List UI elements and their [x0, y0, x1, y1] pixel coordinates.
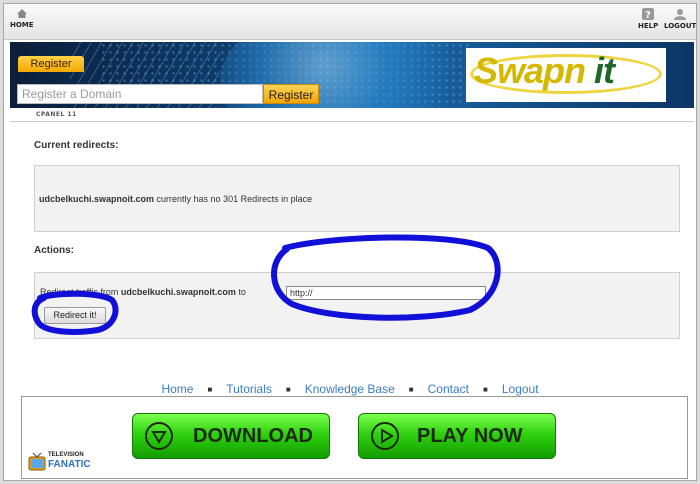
footer-link-home[interactable]: Home — [161, 382, 193, 396]
redirect-instruction: Redirect traffic from udcbelkuchi.swapno… — [40, 287, 246, 297]
cpanel-top-bar: HOME ? HELP LOGOUT — [4, 4, 696, 40]
footer-separator: ■ — [285, 385, 291, 395]
television-fanatic-logo: TELEVISION FANATIC — [26, 449, 106, 475]
cpanel-label: CPANEL 11 — [36, 111, 77, 118]
redirect-it-button[interactable]: Redirect it! — [44, 307, 106, 324]
footer-link-knowledge-base[interactable]: Knowledge Base — [305, 382, 395, 396]
ad-download-label: DOWNLOAD — [193, 425, 313, 447]
home-icon — [16, 9, 27, 18]
actions-panel — [34, 272, 680, 339]
advertisement-banner[interactable]: DOWNLOAD PLAY NOW TELEVISION FANATIC — [21, 396, 688, 479]
tv-brand-top: TELEVISION — [48, 452, 84, 458]
domain-search-input[interactable]: Register a Domain — [17, 84, 263, 104]
footer-nav: Home ■ Tutorials ■ Knowledge Base ■ Contact ■ Lo… — [4, 382, 696, 396]
register-button[interactable]: Register — [263, 84, 319, 104]
ad-play-label: PLAY NOW — [417, 425, 523, 447]
redirect-url-input[interactable]: http:// — [286, 286, 486, 300]
header-banner: Register Register a Domain Register Swap… — [10, 42, 694, 108]
cpanel-strip: CPANEL 11 — [10, 108, 694, 122]
logout-nav[interactable]: LOGOUT — [664, 8, 696, 30]
footer-link-tutorials[interactable]: Tutorials — [226, 382, 272, 396]
register-tab: Register — [18, 56, 84, 72]
browser-frame: HOME ? HELP LOGOUT Register Register a D… — [3, 3, 697, 481]
footer-link-logout[interactable]: Logout — [502, 382, 539, 396]
chevron-down-icon — [145, 422, 173, 450]
tv-brand-bottom: FANATIC — [48, 459, 91, 470]
ad-play-button[interactable]: PLAY NOW — [358, 413, 556, 459]
help-icon: ? — [642, 8, 655, 20]
home-label: HOME — [10, 21, 34, 29]
ad-download-button[interactable]: DOWNLOAD — [132, 413, 330, 459]
current-redirects-message: udcbelkuchi.swapnoit.com currently has n… — [39, 194, 313, 204]
tv-icon — [28, 452, 46, 471]
footer-separator: ■ — [408, 385, 414, 395]
current-redirects-heading: Current redirects: — [34, 140, 119, 151]
swapnit-logo[interactable]: Swapn it — [466, 48, 666, 102]
help-nav[interactable]: ? HELP — [638, 8, 658, 30]
actions-heading: Actions: — [34, 245, 74, 256]
logo-text: Swapn it — [474, 50, 615, 91]
logout-icon — [674, 9, 687, 20]
help-label: HELP — [638, 22, 659, 30]
play-icon — [371, 422, 399, 450]
footer-separator: ■ — [207, 385, 213, 395]
svg-text:?: ? — [645, 10, 651, 20]
footer-separator: ■ — [483, 385, 488, 395]
logout-label: LOGOUT — [664, 22, 697, 30]
home-nav[interactable]: HOME — [10, 8, 34, 29]
footer-link-contact[interactable]: Contact — [428, 382, 469, 396]
